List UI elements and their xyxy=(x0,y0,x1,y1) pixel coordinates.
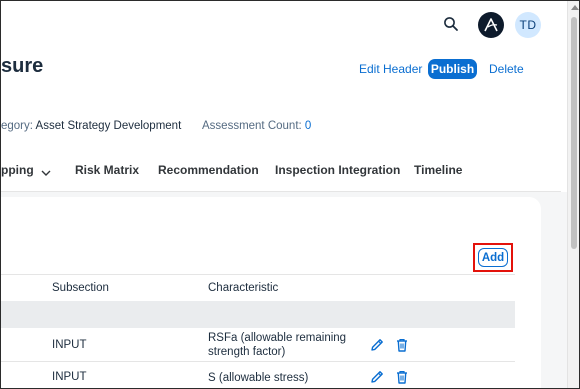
tab-mapping-label: pping xyxy=(1,163,34,177)
edit-header-button[interactable]: Edit Header xyxy=(359,59,422,79)
cell-subsection: INPUT xyxy=(52,371,87,383)
cell-subsection: INPUT xyxy=(52,339,87,351)
cell-characteristic: S (allowable stress) xyxy=(208,372,309,384)
vertical-scrollbar[interactable] xyxy=(567,1,579,388)
assessment-count-label: Assessment Count: xyxy=(202,120,302,132)
table-group-row xyxy=(1,301,515,328)
publish-button[interactable]: Publish xyxy=(428,59,477,79)
trash-icon[interactable] xyxy=(394,337,410,353)
cell-characteristic: RSFa (allowable remaining strength facto… xyxy=(208,332,347,358)
brand-logo-icon[interactable] xyxy=(478,12,504,38)
category-value: Asset Strategy Development xyxy=(35,120,182,132)
tab-mapping[interactable]: pping xyxy=(1,163,34,177)
trash-icon[interactable] xyxy=(394,369,410,385)
table-row[interactable]: INPUT RSFa (allowable remaining strength… xyxy=(1,328,515,362)
scrollbar-thumb[interactable] xyxy=(571,17,577,249)
add-button[interactable]: Add xyxy=(478,248,508,267)
scroll-up-arrow-icon[interactable] xyxy=(571,5,579,10)
table-top-border xyxy=(1,274,515,275)
assessment-count-value[interactable]: 0 xyxy=(305,120,311,132)
page-title: sure xyxy=(1,55,44,77)
search-icon[interactable] xyxy=(442,15,460,33)
tab-timeline[interactable]: Timeline xyxy=(414,163,462,177)
tab-risk-matrix[interactable]: Risk Matrix xyxy=(75,163,139,177)
tab-inspection-integration[interactable]: Inspection Integration xyxy=(275,163,400,177)
category-field: egory: Asset Strategy Development xyxy=(1,120,181,132)
column-header-characteristic[interactable]: Characteristic xyxy=(208,282,278,294)
app-frame: TD sure Edit Header Publish Delete egory… xyxy=(0,0,580,389)
assessment-count-field: Assessment Count: 0 xyxy=(202,120,311,132)
pencil-icon[interactable] xyxy=(369,369,385,385)
chevron-down-icon[interactable] xyxy=(41,166,51,176)
pencil-icon[interactable] xyxy=(369,337,385,353)
tab-recommendation[interactable]: Recommendation xyxy=(158,163,259,177)
user-avatar[interactable]: TD xyxy=(515,12,541,38)
delete-button[interactable]: Delete xyxy=(489,59,524,79)
category-label: egory: xyxy=(1,120,33,132)
column-header-subsection[interactable]: Subsection xyxy=(52,282,109,294)
table-row[interactable]: INPUT S (allowable stress) xyxy=(1,362,515,388)
